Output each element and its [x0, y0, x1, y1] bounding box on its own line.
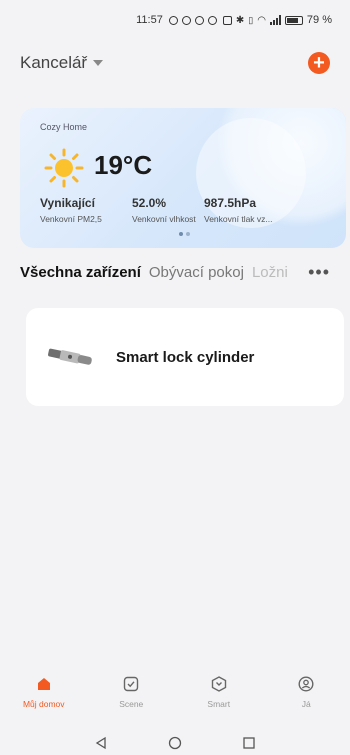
smart-icon	[210, 675, 228, 693]
pm25-label: Venkovní PM2,5	[40, 214, 102, 224]
header: Kancelář +	[20, 52, 330, 74]
tab-living-room[interactable]: Obývací pokoj	[149, 264, 244, 281]
humidity-label: Venkovní vlhkost	[132, 214, 196, 224]
clock: 11:57	[136, 14, 163, 26]
temperature: 19°C	[94, 150, 153, 180]
humidity-metric: 52.0% Venkovní vlhkost	[132, 196, 196, 224]
tab-bedroom[interactable]: Ložni	[252, 264, 288, 281]
sun-icon	[44, 148, 84, 188]
home-name: Kancelář	[20, 53, 88, 72]
notification-icon	[207, 15, 217, 25]
wifi-icon: ◠	[257, 14, 266, 26]
bluetooth-icon: ✱	[235, 14, 245, 26]
nav-profile[interactable]: Já	[271, 675, 341, 709]
humidity-value: 52.0%	[132, 196, 167, 210]
battery-level: 79 %	[306, 14, 332, 26]
battery-icon	[284, 15, 303, 25]
pressure-label: Venkovní tlak vz...	[204, 214, 273, 224]
notification-icon	[194, 15, 204, 25]
add-button[interactable]: +	[308, 52, 330, 74]
page-indicator	[179, 232, 190, 236]
room-tabs: Všechna zařízení Obývací pokoj Ložni	[20, 264, 350, 281]
nav-home[interactable]: Můj domov	[9, 675, 79, 709]
page-dot	[179, 232, 183, 236]
home-selector[interactable]: Kancelář	[20, 53, 104, 73]
pm25-value: Vynikající	[40, 196, 95, 210]
recents-icon[interactable]	[242, 736, 256, 750]
lock-cylinder-image	[48, 348, 92, 365]
tab-all-devices[interactable]: Všechna zařízení	[20, 264, 141, 281]
notification-icon	[181, 15, 191, 25]
home-circle-icon[interactable]	[168, 736, 182, 750]
pm25-metric: Vynikající Venkovní PM2,5	[40, 196, 102, 224]
home-icon	[35, 675, 53, 693]
notification-icons	[168, 15, 217, 25]
more-icon[interactable]: •••	[308, 262, 330, 283]
chevron-down-icon	[93, 60, 104, 66]
pressure-value: 987.5hPa	[204, 196, 257, 210]
scene-icon	[122, 675, 140, 693]
pressure-metric: 987.5hPa Venkovní tlak vz...	[204, 196, 273, 224]
nav-smart[interactable]: Smart	[184, 675, 254, 709]
bottom-nav: Můj domov Scene Smart Já	[0, 675, 350, 725]
signal-icon	[269, 15, 281, 25]
nav-smart-label: Smart	[207, 699, 231, 709]
page-dot	[186, 232, 190, 236]
device-name: Smart lock cylinder	[116, 348, 255, 366]
weather-home-label: Cozy Home	[40, 122, 88, 132]
nfc-icon	[222, 15, 232, 25]
nav-home-label: Můj domov	[22, 699, 65, 709]
weather-card[interactable]: Cozy Home 19°C Vynikající Venkovní PM2,5…	[20, 108, 346, 248]
device-card[interactable]: Smart lock cylinder	[26, 308, 344, 406]
nav-profile-label: Já	[301, 699, 311, 709]
plus-icon: +	[313, 52, 325, 74]
system-nav-bar	[0, 730, 350, 755]
nav-scene[interactable]: Scene	[96, 675, 166, 709]
notification-icon	[168, 15, 178, 25]
system-icons: ✱ ▯ ◠ 79 %	[222, 14, 332, 26]
vibrate-icon: ▯	[248, 14, 254, 25]
profile-icon	[297, 675, 315, 693]
back-icon[interactable]	[94, 736, 108, 750]
nav-scene-label: Scene	[119, 699, 144, 709]
status-bar: 11:57 ✱ ▯ ◠ 79 %	[0, 0, 350, 40]
